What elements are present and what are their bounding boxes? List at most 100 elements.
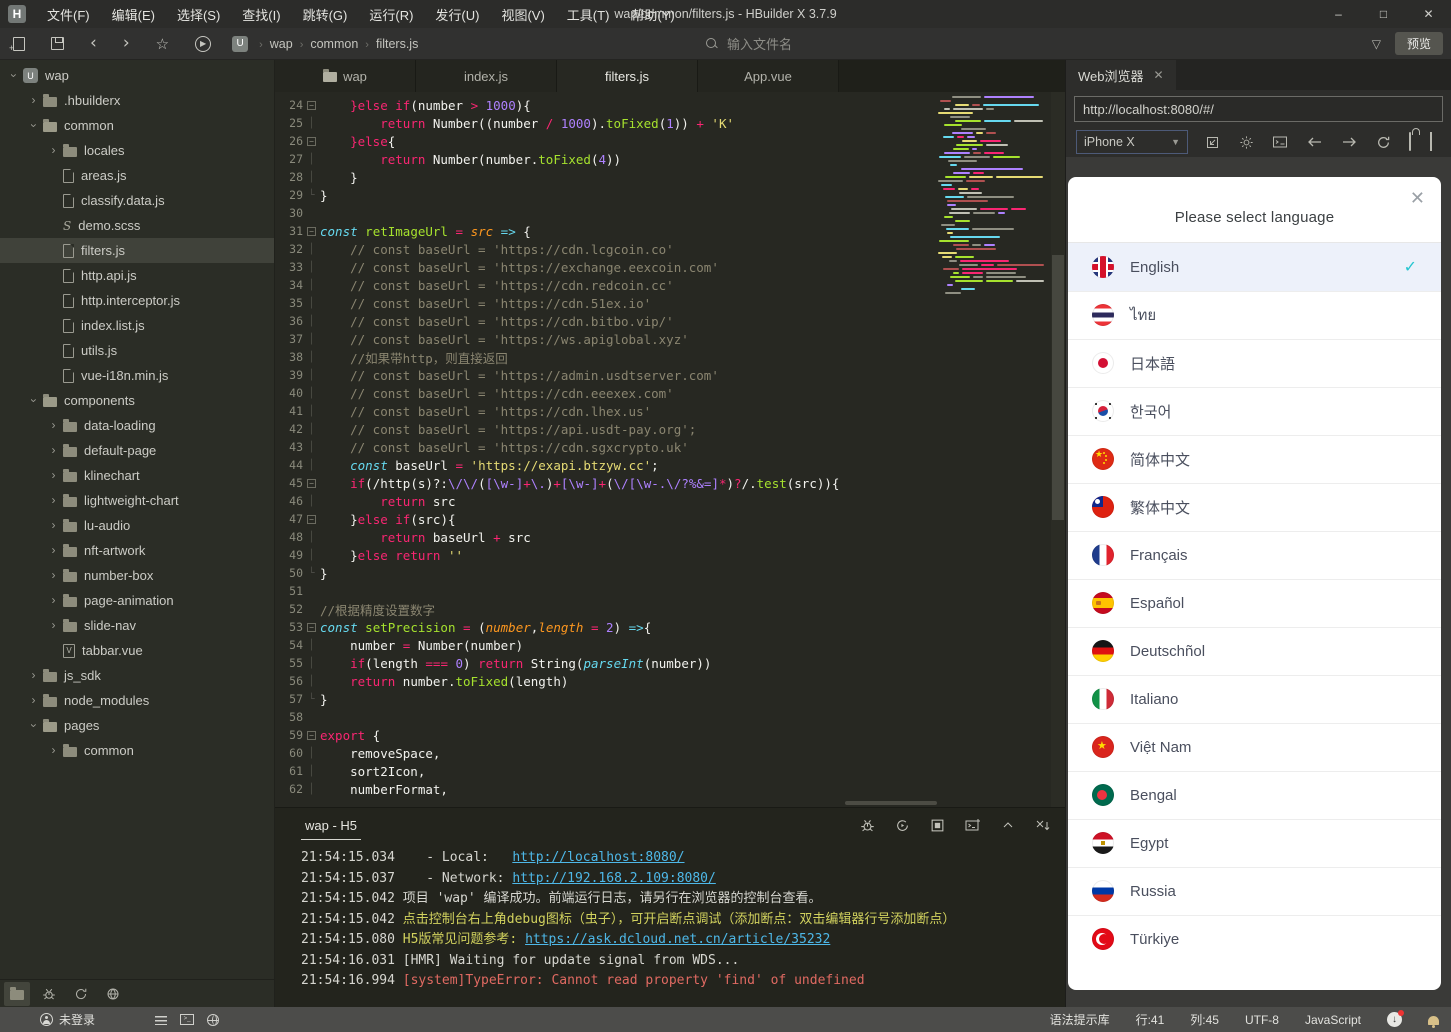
menu-item-I[interactable]: 查找(I) <box>231 0 291 28</box>
breadcrumb-item[interactable]: wap <box>270 37 293 51</box>
code-editor[interactable]: 24− }else if(number > 1000){25 │ return N… <box>275 92 1065 807</box>
project-manager-tab[interactable] <box>4 981 30 1006</box>
tree-item-number-box[interactable]: › number-box <box>0 563 274 588</box>
tree-item-js_sdk[interactable]: › js_sdk <box>0 663 274 688</box>
back-button[interactable]: ‹ <box>77 28 110 59</box>
menu-item-T[interactable]: 工具(T) <box>556 0 621 28</box>
chevron-right-icon[interactable]: › <box>46 443 61 458</box>
stop-button[interactable] <box>930 818 945 833</box>
tree-item-wap[interactable]: › Uwap <box>0 63 274 88</box>
tree-item-klinechart[interactable]: › klinechart <box>0 463 274 488</box>
minimize-button[interactable]: – <box>1316 0 1361 28</box>
chevron-right-icon[interactable]: › <box>46 618 61 633</box>
tree-item-lu-audio[interactable]: › lu-audio <box>0 513 274 538</box>
favorite-button[interactable]: ☆ <box>143 28 182 59</box>
language-option-jp[interactable]: 日本語 <box>1068 339 1441 387</box>
tree-item-locales[interactable]: › locales <box>0 138 274 163</box>
console-tab[interactable]: wap - H5 <box>301 811 362 840</box>
language-option-es[interactable]: Español <box>1068 579 1441 627</box>
tree-item-node_modules[interactable]: › node_modules <box>0 688 274 713</box>
browser-lock-button[interactable] <box>1409 132 1412 151</box>
fold-box-icon[interactable]: − <box>307 514 316 524</box>
bell-icon[interactable] <box>1428 1016 1439 1028</box>
chevron-right-icon[interactable]: › <box>46 743 61 758</box>
tree-item-lightweight-chart[interactable]: › lightweight-chart <box>0 488 274 513</box>
tree-item-index.list.js[interactable]: index.list.js <box>0 313 274 338</box>
menu-item-R[interactable]: 运行(R) <box>358 0 424 28</box>
fold-box-icon[interactable]: − <box>307 100 316 110</box>
chevron-right-icon[interactable]: › <box>46 593 61 608</box>
outline-icon[interactable] <box>155 1014 168 1025</box>
preview-button[interactable]: 预览 <box>1394 32 1443 55</box>
terminal-icon[interactable]: >_ <box>180 1014 195 1025</box>
chevron-right-icon[interactable]: › <box>46 468 61 483</box>
chevron-right-icon[interactable]: › <box>26 693 41 708</box>
language-option-kr[interactable]: 한국어 <box>1068 387 1441 435</box>
console-link[interactable]: http://192.168.2.109:8080/ <box>512 871 716 886</box>
fold-marker[interactable]: − <box>303 622 320 632</box>
cursor-line[interactable]: 行:41 <box>1136 1011 1165 1028</box>
tree-item-http.api.js[interactable]: http.api.js <box>0 263 274 288</box>
tree-item-utils.js[interactable]: utils.js <box>0 338 274 363</box>
web-panel-tab[interactable] <box>100 982 126 1006</box>
language-option-cn[interactable]: 简体中文 <box>1068 435 1441 483</box>
tree-item-nft-artwork[interactable]: › nft-artwork <box>0 538 274 563</box>
browser-back-button[interactable] <box>1307 136 1323 148</box>
language-option-ru[interactable]: Russia <box>1068 867 1441 915</box>
fold-marker[interactable]: − <box>303 100 320 110</box>
cursor-col[interactable]: 列:45 <box>1190 1011 1219 1028</box>
language-option-tw[interactable]: 繁体中文 <box>1068 483 1441 531</box>
tree-item-slide-nav[interactable]: › slide-nav <box>0 613 274 638</box>
console-link[interactable]: http://localhost:8080/ <box>512 850 684 865</box>
chevron-right-icon[interactable]: › <box>46 143 61 158</box>
tree-item-areas.js[interactable]: areas.js <box>0 163 274 188</box>
tab-filters.js[interactable]: filters.js <box>557 60 698 92</box>
browser-tab[interactable]: Web浏览器 ✕ <box>1066 60 1176 90</box>
language-option-fr[interactable]: Français <box>1068 531 1441 579</box>
collapse-console-button[interactable] <box>1001 818 1015 832</box>
close-browser-tab-icon[interactable]: ✕ <box>1154 68 1164 82</box>
tree-item-components[interactable]: › components <box>0 388 274 413</box>
qr-code-button[interactable] <box>1429 132 1432 151</box>
chevron-down-icon[interactable]: › <box>26 118 41 133</box>
tab-App.vue[interactable]: App.vue <box>698 60 839 92</box>
menu-item-U[interactable]: 发行(U) <box>424 0 490 28</box>
editor-horizontal-scrollbar[interactable] <box>845 801 937 805</box>
web-service-icon[interactable] <box>207 1013 220 1026</box>
console-link[interactable]: https://ask.dcloud.net.cn/article/35232 <box>525 932 830 947</box>
tree-item-http.interceptor.js[interactable]: http.interceptor.js <box>0 288 274 313</box>
language-option-tr[interactable]: Türkiye <box>1068 915 1441 963</box>
menu-item-G[interactable]: 跳转(G) <box>292 0 359 28</box>
fold-box-icon[interactable]: − <box>307 730 316 740</box>
tree-item-vue-i18n.min.js[interactable]: vue-i18n.min.js <box>0 363 274 388</box>
minimap[interactable] <box>935 96 1047 311</box>
tree-item-common[interactable]: › common <box>0 113 274 138</box>
menu-item-F[interactable]: 文件(F) <box>36 0 101 28</box>
menu-item-V[interactable]: 视图(V) <box>490 0 555 28</box>
chevron-right-icon[interactable]: › <box>46 518 61 533</box>
chevron-right-icon[interactable]: › <box>46 543 61 558</box>
refresh-panel-tab[interactable] <box>68 982 94 1006</box>
fold-marker[interactable]: − <box>303 730 320 740</box>
fold-marker[interactable]: − <box>303 226 320 236</box>
forward-button[interactable]: › <box>110 28 143 59</box>
save-button[interactable] <box>38 28 77 59</box>
language-option-it[interactable]: Italiano <box>1068 675 1441 723</box>
tree-item-tabbar.vue[interactable]: Vtabbar.vue <box>0 638 274 663</box>
language-option-de[interactable]: Deutschñol <box>1068 627 1441 675</box>
close-console-button[interactable] <box>1035 818 1051 832</box>
url-input[interactable]: http://localhost:8080/#/ <box>1074 96 1443 122</box>
tab-index.js[interactable]: index.js <box>416 60 557 92</box>
chevron-right-icon[interactable]: › <box>26 668 41 683</box>
language-option-uk[interactable]: English ✓ <box>1068 243 1441 291</box>
language-mode[interactable]: JavaScript <box>1305 1013 1361 1027</box>
syntax-lib-status[interactable]: 语法提示库 <box>1050 1011 1110 1028</box>
scrollbar-thumb[interactable] <box>1052 255 1064 520</box>
fold-box-icon[interactable]: − <box>307 136 316 146</box>
tree-item-demo.scss[interactable]: Sdemo.scss <box>0 213 274 238</box>
fold-box-icon[interactable]: − <box>307 478 316 488</box>
modal-close-icon[interactable]: ✕ <box>1410 189 1425 207</box>
encoding-status[interactable]: UTF-8 <box>1245 1013 1279 1027</box>
tree-item-common[interactable]: › common <box>0 738 274 763</box>
fold-marker[interactable]: − <box>303 478 320 488</box>
